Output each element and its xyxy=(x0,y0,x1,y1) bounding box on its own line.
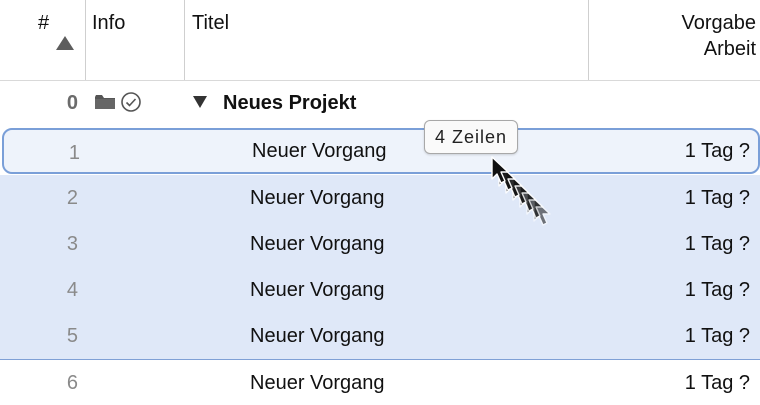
column-divider[interactable] xyxy=(85,0,86,80)
row-title: Neuer Vorgang xyxy=(250,233,385,255)
project-title: Neues Projekt xyxy=(223,92,357,114)
column-header-number[interactable]: # xyxy=(38,12,49,34)
column-divider[interactable] xyxy=(588,0,589,80)
column-header-info[interactable]: Info xyxy=(92,12,125,34)
row-title: Neuer Vorgang xyxy=(250,325,385,347)
row-work: 1 Tag ? xyxy=(684,325,750,347)
table-row[interactable]: 5 Neuer Vorgang 1 Tag ? xyxy=(0,313,760,359)
row-number: 0 xyxy=(66,92,78,114)
task-outline-view: # Info Titel Vorgabe Arbeit 0 Neues Proj… xyxy=(0,0,760,405)
row-title: Neuer Vorgang xyxy=(250,187,385,209)
sort-ascending-icon[interactable] xyxy=(56,36,74,50)
table-row[interactable]: 6 Neuer Vorgang 1 Tag ? xyxy=(0,360,760,405)
drag-count-badge: 4 Zeilen xyxy=(424,120,519,154)
row-number: 4 xyxy=(66,279,78,301)
row-work: 1 Tag ? xyxy=(684,140,750,162)
table-row[interactable]: 1 Neuer Vorgang 1 Tag ? xyxy=(2,128,760,174)
table-header: # Info Titel Vorgabe Arbeit xyxy=(0,0,760,81)
row-number: 5 xyxy=(66,325,78,347)
row-work: 1 Tag ? xyxy=(684,233,750,255)
column-divider[interactable] xyxy=(184,0,185,80)
row-title: Neuer Vorgang xyxy=(250,279,385,301)
row-work: 1 Tag ? xyxy=(684,372,750,394)
row-number: 3 xyxy=(66,233,78,255)
row-number: 2 xyxy=(66,187,78,209)
arrow-cursor-icon xyxy=(491,156,551,226)
column-header-work-line1[interactable]: Vorgabe xyxy=(681,12,756,34)
check-circle-icon[interactable] xyxy=(120,91,142,113)
folder-icon[interactable] xyxy=(94,94,116,110)
column-header-work-line2[interactable]: Arbeit xyxy=(704,38,756,60)
project-row[interactable]: 0 Neues Projekt xyxy=(0,80,760,126)
disclosure-triangle-icon[interactable] xyxy=(193,96,207,108)
row-number: 6 xyxy=(66,372,78,394)
column-header-title[interactable]: Titel xyxy=(192,12,229,34)
table-row[interactable]: 2 Neuer Vorgang 1 Tag ? xyxy=(0,175,760,221)
row-work: 1 Tag ? xyxy=(684,279,750,301)
row-work: 1 Tag ? xyxy=(684,187,750,209)
row-number: 1 xyxy=(68,142,80,164)
table-row[interactable]: 3 Neuer Vorgang 1 Tag ? xyxy=(0,221,760,267)
table-row[interactable]: 4 Neuer Vorgang 1 Tag ? xyxy=(0,267,760,313)
row-title: Neuer Vorgang xyxy=(252,140,387,162)
row-title: Neuer Vorgang xyxy=(250,372,385,394)
